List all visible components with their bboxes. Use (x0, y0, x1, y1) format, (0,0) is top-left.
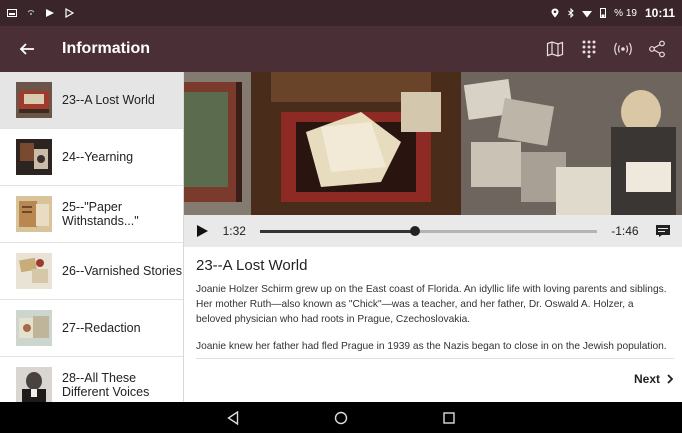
battery-icon (600, 8, 607, 18)
square-recents-icon (443, 411, 455, 424)
nav-back-button[interactable] (225, 410, 241, 426)
wifi-icon (582, 11, 593, 18)
location-icon (551, 8, 559, 18)
gallery-notification-icon (7, 9, 17, 17)
hero-photo-letters (251, 72, 461, 215)
play-store-notification-icon (46, 9, 54, 17)
seek-bar-progress (259, 229, 415, 233)
bluetooth-icon (568, 8, 574, 18)
triangle-back-icon (227, 410, 239, 425)
list-item-label: 24--Yearning (62, 150, 134, 164)
nav-recents-button[interactable] (441, 410, 457, 426)
map-button[interactable] (538, 26, 572, 72)
circle-home-icon (334, 411, 348, 424)
list-item[interactable]: 24--Yearning (0, 129, 183, 186)
hero-photo-woman (461, 72, 682, 215)
nav-home-button[interactable] (333, 410, 349, 426)
seek-bar-handle[interactable] (410, 225, 420, 236)
chapter-list: 23--A Lost World 24--Yearning 25--"Paper… (0, 72, 184, 402)
elapsed-time: 1:32 (222, 224, 246, 238)
transcript-button[interactable] (654, 223, 672, 239)
list-item-label: 25--"Paper Withstands..." (62, 200, 139, 228)
article-paragraph: Joanie Holzer Schirm grew up on the East… (196, 284, 667, 325)
audio-player: 1:32 -1:46 (184, 215, 682, 247)
list-item-label: 23--A Lost World (62, 93, 155, 107)
hotspot-notification-icon (27, 10, 35, 15)
list-item[interactable]: 27--Redaction (0, 300, 183, 357)
play-button[interactable] (194, 223, 210, 239)
map-icon (546, 41, 564, 57)
article-title: 23--A Lost World (196, 257, 308, 274)
next-button[interactable]: Next (634, 372, 674, 386)
broadcast-button[interactable] (606, 26, 640, 72)
seek-bar[interactable] (259, 225, 598, 236)
list-item-label: 27--Redaction (62, 321, 141, 335)
article: 23--A Lost World Joanie Holzer Schirm gr… (184, 247, 682, 402)
chapter-thumbnail (16, 253, 52, 289)
hero-image (184, 72, 682, 215)
clock: 10:11 (644, 6, 675, 20)
chapter-thumbnail (16, 310, 52, 346)
chevron-right-icon (667, 374, 674, 384)
divider (196, 358, 674, 359)
list-item[interactable]: 26--Varnished Stories (0, 243, 183, 300)
play-icon (196, 225, 208, 237)
list-item-label: 28--All These Different Voices (62, 371, 150, 399)
status-bar: % 19 10:11 (0, 0, 682, 26)
page-title: Information (62, 40, 150, 57)
share-icon (649, 40, 665, 58)
keypad-button[interactable] (572, 26, 606, 72)
remaining-time: -1:46 (611, 224, 639, 238)
chapter-thumbnail (16, 139, 52, 175)
chapter-thumbnail (16, 196, 52, 232)
back-button[interactable] (0, 26, 54, 72)
closed-caption-icon (656, 225, 671, 237)
app-bar: Information (0, 26, 682, 72)
list-item[interactable]: 25--"Paper Withstands..." (0, 186, 183, 243)
media-notification-icon (65, 8, 74, 18)
hero-photo-box (184, 72, 251, 215)
share-button[interactable] (640, 26, 674, 72)
broadcast-icon (614, 42, 632, 56)
system-nav-bar (0, 402, 682, 433)
arrow-left-icon (19, 43, 34, 55)
list-item-label: 26--Varnished Stories (62, 264, 182, 278)
next-button-label: Next (633, 372, 660, 386)
chapter-thumbnail (16, 367, 52, 402)
battery-percent: % 19 (614, 7, 637, 19)
list-item[interactable]: 23--A Lost World (0, 72, 183, 129)
article-paragraph: Joanie knew her father had fled Prague i… (196, 341, 667, 352)
keypad-icon (582, 40, 596, 58)
list-item[interactable]: 28--All These Different Voices (0, 357, 183, 402)
chapter-thumbnail (16, 82, 52, 118)
